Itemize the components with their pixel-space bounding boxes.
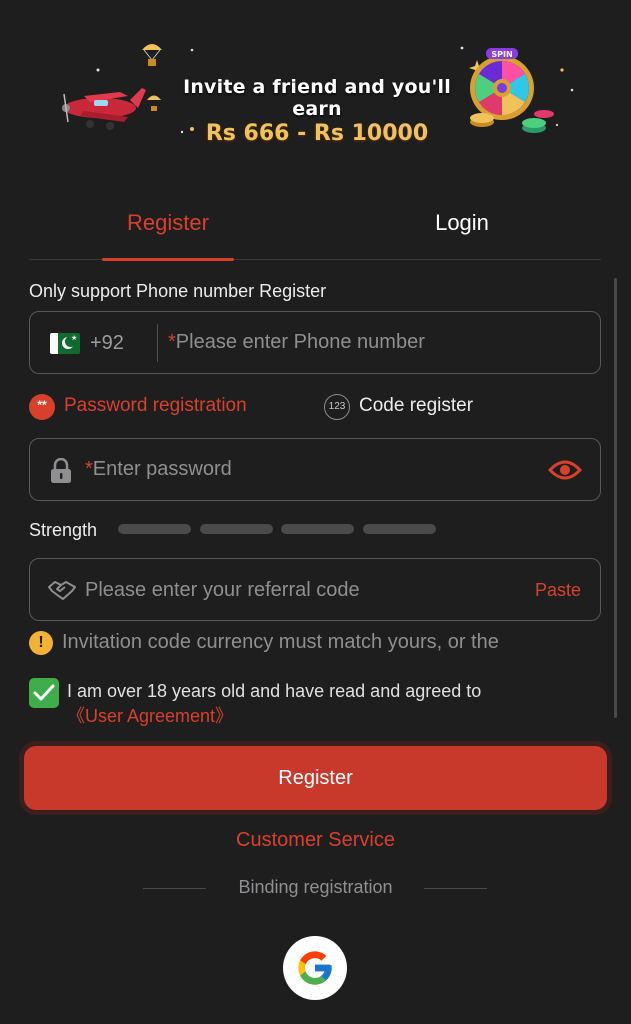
- register-button[interactable]: Register: [24, 746, 607, 810]
- lock-icon: [51, 458, 71, 483]
- scrollbar[interactable]: [614, 278, 617, 718]
- agreement-statement: I am over 18 years old and have read and…: [67, 681, 482, 701]
- binding-registration: Binding registration: [0, 877, 631, 901]
- checkmark-icon: [33, 684, 55, 701]
- warning-text: Invitation code currency must match your…: [62, 631, 499, 653]
- tab-login[interactable]: Login: [397, 210, 527, 236]
- code-mode-icon[interactable]: 123: [324, 394, 350, 420]
- paste-button[interactable]: Paste: [535, 580, 581, 601]
- strength-segment: [200, 524, 273, 534]
- registration-mode: ** Password registration 123 Code regist…: [29, 392, 601, 422]
- divider-line: [424, 888, 487, 889]
- currency-warning: ! Invitation code currency must match yo…: [29, 629, 589, 657]
- phone-field[interactable]: ★ +92 *Please enter Phone number: [29, 311, 601, 374]
- eye-icon[interactable]: [548, 458, 582, 482]
- strength-segment: [118, 524, 191, 534]
- referral-input[interactable]: Please enter your referral code: [85, 579, 360, 602]
- password-placeholder: Enter password: [92, 458, 232, 480]
- register-page: SPIN Invite a friend and you'll earn Rs …: [0, 0, 631, 1024]
- banner-text: Invite a friend and you'll earn Rs 666 -…: [162, 76, 472, 146]
- password-registration-option[interactable]: Password registration: [64, 395, 247, 417]
- required-mark: *: [168, 331, 176, 353]
- strength-segment: [363, 524, 436, 534]
- phone-divider: [157, 324, 158, 362]
- phone-placeholder: Please enter Phone number: [175, 331, 425, 353]
- code-register-option[interactable]: Code register: [359, 395, 473, 417]
- customer-service-link[interactable]: Customer Service: [0, 829, 631, 852]
- referral-field[interactable]: Please enter your referral code Paste: [29, 558, 601, 621]
- password-field[interactable]: *Enter password: [29, 438, 601, 501]
- agreement-row: I am over 18 years old and have read and…: [29, 676, 589, 732]
- country-code[interactable]: +92: [90, 332, 124, 355]
- user-agreement-link[interactable]: 《User Agreement》: [67, 706, 233, 726]
- pakistan-flag-icon[interactable]: ★: [50, 333, 80, 354]
- agreement-text: I am over 18 years old and have read and…: [67, 679, 567, 729]
- phone-section-label: Only support Phone number Register: [29, 281, 327, 301]
- handshake-icon: [48, 581, 76, 600]
- phone-input[interactable]: *Please enter Phone number: [168, 331, 425, 354]
- banner-headline: Invite a friend and you'll earn: [183, 76, 451, 120]
- warning-icon: !: [29, 631, 53, 655]
- auth-tabs: Register Login: [29, 196, 601, 261]
- binding-registration-label: Binding registration: [238, 877, 393, 897]
- strength-label: Strength: [29, 520, 98, 540]
- active-tab-indicator: [102, 258, 234, 261]
- banner-amount: Rs 666 - Rs 10000: [205, 121, 429, 146]
- promo-banner[interactable]: SPIN Invite a friend and you'll earn Rs …: [52, 30, 582, 150]
- google-login-button[interactable]: [283, 936, 347, 1000]
- strength-segment: [281, 524, 354, 534]
- tab-register[interactable]: Register: [102, 210, 234, 236]
- svg-text:SPIN: SPIN: [491, 50, 512, 59]
- password-mode-icon[interactable]: **: [29, 394, 55, 420]
- password-input[interactable]: *Enter password: [85, 458, 232, 481]
- required-mark: *: [85, 458, 93, 480]
- google-icon: [298, 951, 332, 985]
- agreement-checkbox[interactable]: [29, 678, 59, 708]
